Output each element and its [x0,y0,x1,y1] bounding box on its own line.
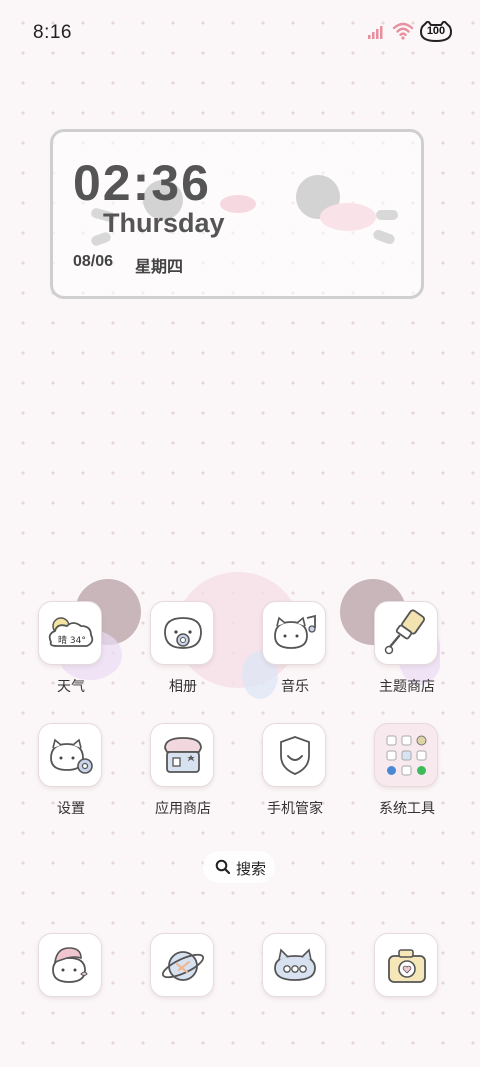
status-bar: 8:16 100 [0,0,480,68]
app-app-store[interactable]: 应用商店 [128,723,238,833]
clock-weekday: 星期四 [135,259,184,276]
app-label-settings: 设置 [57,800,85,816]
app-music[interactable]: 音乐 [240,601,350,711]
weather-icon: 晴 34° [38,601,102,665]
gallery-icon [150,601,214,665]
wifi-icon [392,22,414,40]
app-weather[interactable]: 晴 34° 天气 [16,601,126,711]
app-phone-manager[interactable]: 手机管家 [240,723,350,833]
messages-icon [262,933,326,997]
app-label-theme-store: 主题商店 [379,678,435,694]
clock-time: 02:36 [73,155,211,211]
settings-icon [38,723,102,787]
system-tools-folder-icon [374,723,438,787]
contacts-icon [38,933,102,997]
signal-icon [368,26,383,39]
dock-app-messages[interactable] [240,933,350,1003]
app-label-phone-manager: 手机管家 [267,800,323,816]
battery-level: 100 [426,25,446,37]
app-label-music: 音乐 [281,678,309,694]
clock-day: Thursday [103,208,225,238]
dock-app-browser[interactable] [128,933,238,1003]
search-icon [215,859,231,875]
app-label-weather: 天气 [57,678,85,694]
app-gallery[interactable]: 相册 [128,601,238,711]
camera-icon [374,933,438,997]
theme-store-icon [374,601,438,665]
app-label-app-store: 应用商店 [155,800,211,816]
clock-widget[interactable]: 02:36 Thursday 08/06 星期四 [50,129,424,299]
app-theme-store[interactable]: 主题商店 [352,601,462,711]
status-time: 8:16 [33,22,72,43]
phone-manager-icon [262,723,326,787]
clock-date: 08/06 [73,253,114,270]
search-label: 搜索 [236,861,267,878]
music-icon [262,601,326,665]
dock-app-camera[interactable] [352,933,462,1003]
battery-icon: 100 [420,21,452,43]
weather-icon-text: 晴 34° [58,634,86,646]
app-store-icon [150,723,214,787]
browser-icon [150,933,214,997]
app-settings[interactable]: 设置 [16,723,126,833]
search-button[interactable]: 搜索 [203,851,275,883]
app-label-gallery: 相册 [169,678,197,694]
app-label-system-tools: 系统工具 [379,800,435,816]
dock-app-contacts[interactable] [16,933,126,1003]
app-system-tools-folder[interactable]: 系统工具 [352,723,462,833]
